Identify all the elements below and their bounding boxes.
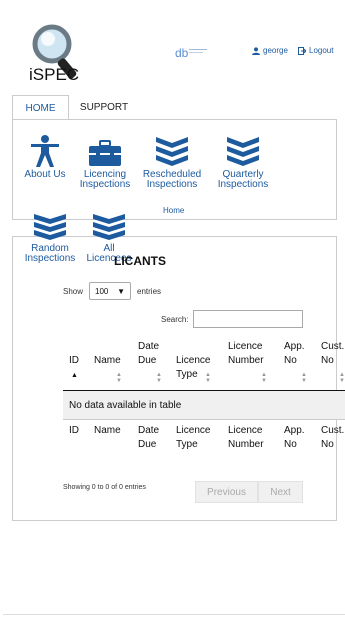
search-label: Search: [161,314,189,324]
layers-icon [93,214,125,240]
menu-random-inspections[interactable]: Random Inspections [20,212,80,264]
home-link[interactable]: Home [163,206,184,215]
user-link[interactable]: george [252,46,288,55]
sort-icon: ▲ ▼ [261,372,267,384]
app-name: iSPEC [29,65,80,84]
user-icon [252,46,260,55]
layers-icon [156,137,188,166]
entries-label: entries [137,286,162,296]
caret-down-icon: ▼ [117,286,126,296]
search-control: Search: [161,310,303,328]
menu-label-2: Inspections [146,179,198,190]
menu-rescheduled-inspections[interactable]: Rescheduled Inspections [142,135,202,190]
sort-asc-icon: ▲ [71,372,78,379]
next-button[interactable]: Next [258,481,303,503]
previous-button[interactable]: Previous [195,481,258,503]
sort-icon: ▲ ▼ [339,372,345,384]
username: george [263,46,288,55]
logout-icon [298,46,306,55]
foot-name: Name [94,425,121,436]
col-licence-number[interactable]: Licence Number [228,340,264,368]
page-length-control: Show 100 ▼ entries [63,282,161,300]
foot-cust-no: Cust. No [321,425,345,450]
logout-label: Logout [309,46,334,55]
logout-link[interactable]: Logout [298,46,333,55]
menu-licencing-inspections[interactable]: Licencing Inspections [75,140,135,190]
person-icon [31,135,59,167]
foot-date-due: Date Due [138,425,160,450]
col-date-due[interactable]: Date Due [138,340,159,368]
layers-icon [227,137,259,166]
briefcase-icon [89,140,121,166]
col-app-no[interactable]: App. No [284,340,305,368]
empty-row: No data available in table [63,391,345,420]
menu-label: About Us [24,169,66,180]
empty-message: No data available in table [69,399,182,411]
main-tabs: HOME SUPPORT [12,95,335,121]
col-cust-no[interactable]: Cust. No [321,340,344,368]
table-footer: ID Name Date Due Licence Type Licence Numbe… [63,420,345,458]
menu-label-2: Inspections [79,179,131,190]
sort-icon: ▲ ▼ [205,372,211,384]
page-size-select[interactable]: 100 ▼ [89,282,132,300]
table-header: ID ▲ Name ▲ ▼ Date Due ▲ ▼ Licence Type ▲ ▼ L… [63,336,345,391]
table-info: Showing 0 to 0 of 0 entries [63,484,146,491]
sort-icon: ▲ ▼ [116,372,122,384]
tab-support[interactable]: SUPPORT [74,95,134,119]
applicants-table: ID ▲ Name ▲ ▼ Date Due ▲ ▼ Licence Type ▲ ▼ L… [63,336,345,458]
sort-icon: ▲ ▼ [156,372,162,384]
svg-text:db: db [175,46,189,60]
menu-label-2: Inspections [217,179,269,190]
menu-about-us[interactable]: About Us [15,134,75,180]
menu-quarterly-inspections[interactable]: Quarterly Inspections [213,135,273,190]
tab-home[interactable]: HOME [12,95,69,121]
brand-logo: db [175,44,209,60]
foot-licence-number: Licence Number [228,425,264,450]
show-label: Show [63,286,84,296]
foot-app-no: App. No [284,425,305,450]
col-name[interactable]: Name [94,354,121,368]
search-input[interactable] [192,310,303,328]
sort-icon: ▲ ▼ [301,372,307,384]
layers-icon [34,214,66,240]
section-title: LICANTS [114,254,166,268]
page-size-value: 100 [95,286,109,296]
menu-label-2: Inspections [24,253,76,264]
foot-licence-type: Licence Type [176,425,211,450]
foot-id: ID [69,425,79,436]
col-id[interactable]: ID [69,354,79,368]
